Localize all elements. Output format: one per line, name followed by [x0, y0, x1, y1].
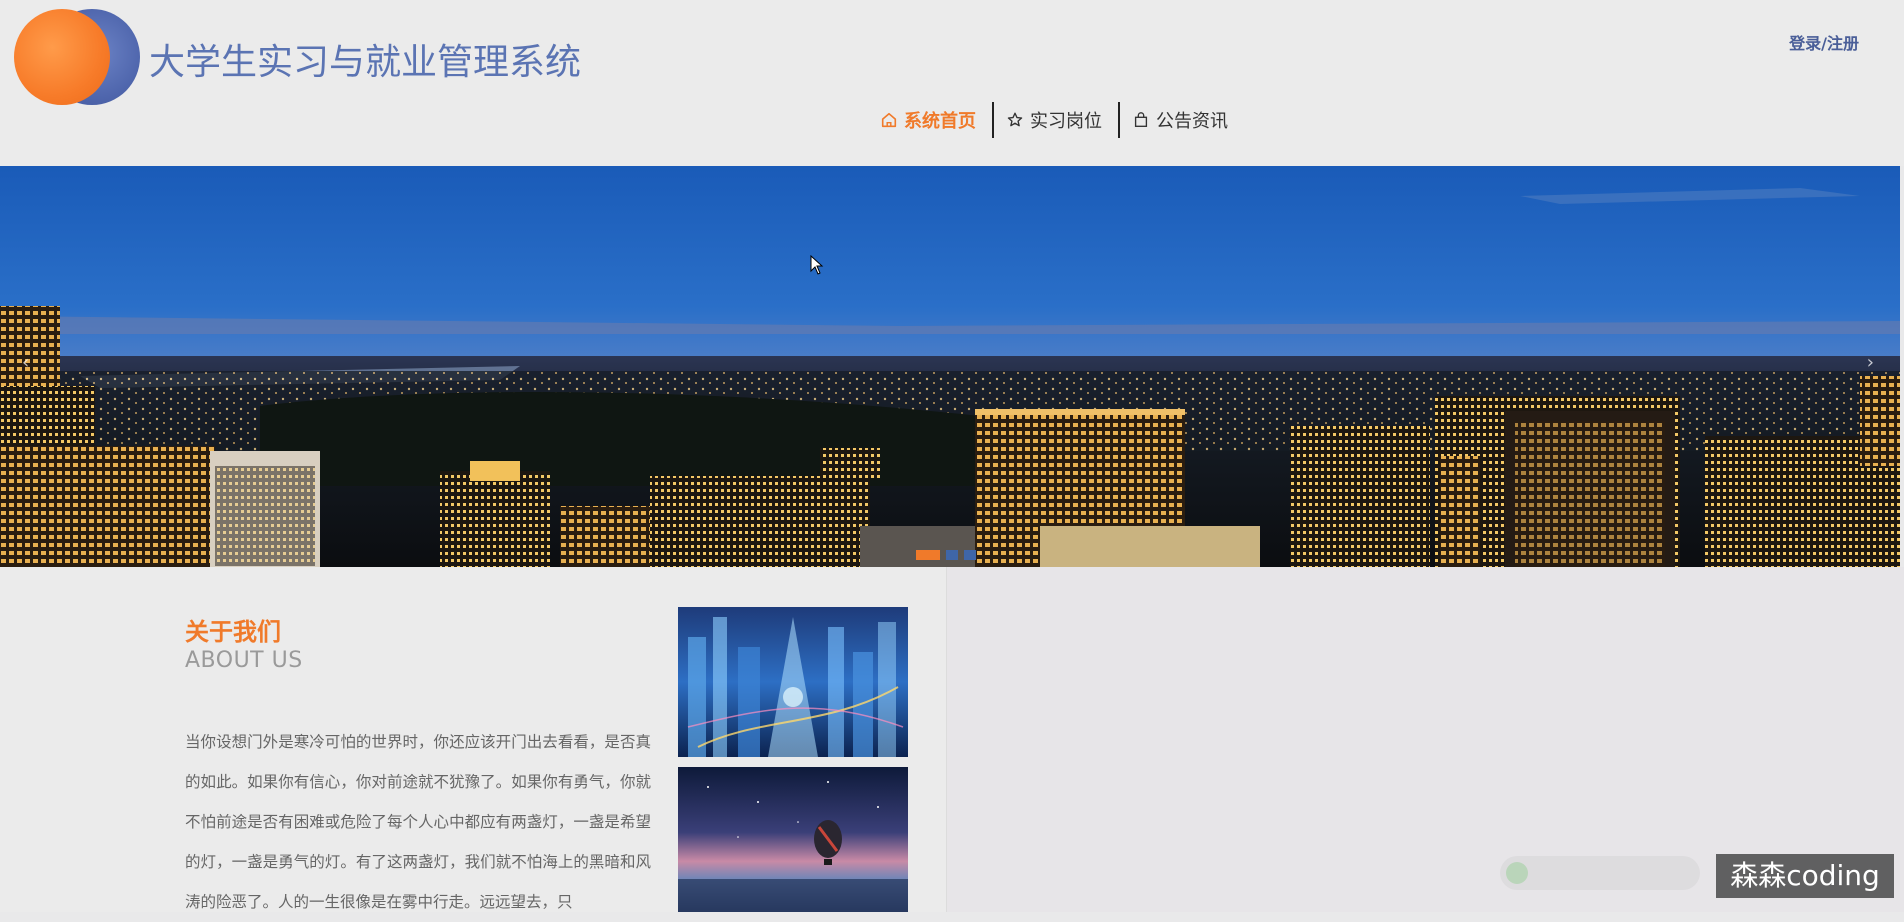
about-title: 关于我们: [185, 618, 281, 646]
site-header: 大学生实习与就业管理系统 登录/注册 系统首页 实习岗位 公告资讯: [0, 0, 1904, 166]
carousel-dot[interactable]: [946, 550, 958, 560]
nav-item-label: 实习岗位: [1030, 111, 1102, 132]
bag-icon: [1132, 111, 1150, 129]
city-skyline-image: [0, 166, 1900, 567]
watermark: 森森coding: [1716, 854, 1894, 898]
star-icon: [1006, 111, 1024, 129]
hero-carousel[interactable]: ‹ ›: [0, 166, 1900, 567]
nav-item-news[interactable]: 公告资讯: [1120, 102, 1244, 138]
nav-item-home[interactable]: 系统首页: [868, 102, 992, 138]
home-icon: [880, 111, 898, 129]
mouse-cursor-icon: [810, 254, 824, 279]
about-text: 当你设想门外是寒冷可怕的世界时，你还应该开门出去看看，是否真的如此。如果你有信心…: [185, 733, 651, 911]
carousel-indicators: [916, 550, 976, 560]
carousel-dot[interactable]: [964, 550, 976, 560]
about-image-city: [678, 607, 908, 757]
login-register-link[interactable]: 登录/注册: [1789, 30, 1859, 54]
carousel-next-button[interactable]: ›: [1867, 352, 1874, 373]
nav-item-internships[interactable]: 实习岗位: [994, 102, 1118, 138]
carousel-prev-button[interactable]: ‹: [22, 352, 29, 373]
logo: [14, 9, 140, 105]
about-image-balloon: [678, 767, 908, 912]
blurred-badge: [1500, 856, 1700, 890]
carousel-dot[interactable]: [916, 550, 940, 560]
main-nav: 系统首页 实习岗位 公告资讯: [868, 100, 1244, 140]
nav-item-label: 公告资讯: [1156, 111, 1228, 132]
site-title: 大学生实习与就业管理系统: [149, 42, 582, 83]
about-subtitle: ABOUT US: [185, 648, 303, 673]
wechat-icon: [1506, 862, 1528, 884]
logo-orange-circle: [14, 9, 110, 105]
nav-item-label: 系统首页: [904, 111, 976, 132]
